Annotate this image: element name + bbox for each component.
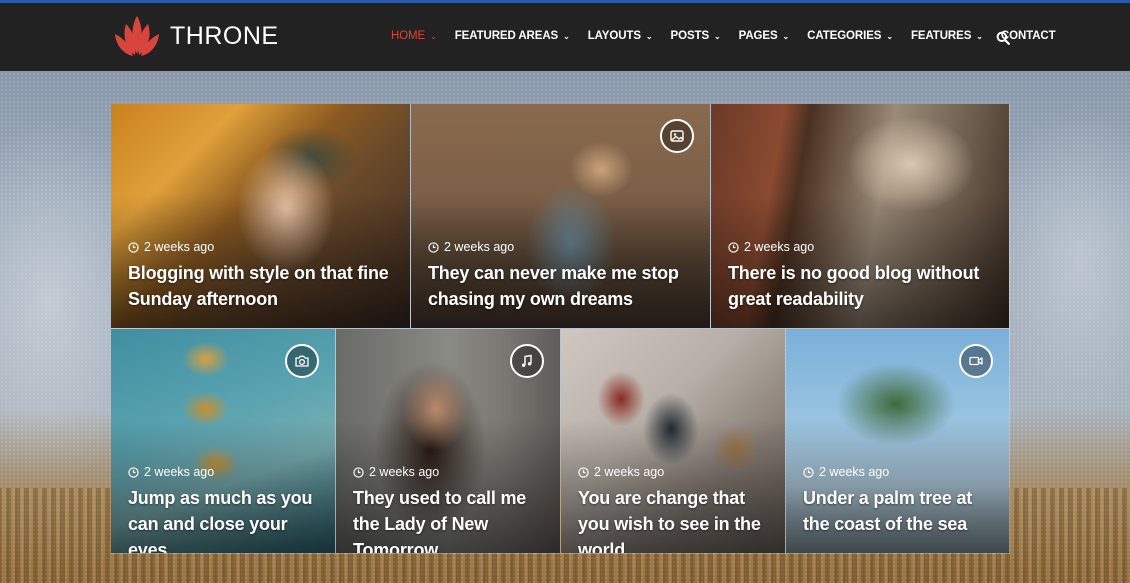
image-format-badge [660,119,694,153]
post-card[interactable]: 2 weeks ago Blogging with style on that … [111,104,411,329]
post-card[interactable]: 2 weeks ago There is no good blog withou… [711,104,1010,329]
clock-icon [803,466,814,478]
post-title[interactable]: They can never make me stop chasing my o… [428,260,696,312]
post-date: 2 weeks ago [128,240,214,254]
nav-item-label: LAYOUTS [587,30,641,42]
chevron-down-icon: ⌄ [563,31,570,41]
post-time: 2 weeks ago [744,240,815,254]
clock-icon [578,466,589,478]
search-icon[interactable] [996,31,1010,45]
nav-item-label: FEATURED AREAS [454,30,559,42]
post-time: 2 weeks ago [144,240,215,254]
nav-item-pages[interactable]: PAGES ⌄ [739,30,790,42]
nav-item-label: CATEGORIES [807,30,882,42]
clock-icon [428,241,439,253]
nav-item-layouts[interactable]: LAYOUTS ⌄ [588,30,653,42]
clock-icon [728,241,739,253]
chevron-down-icon: ⌄ [976,31,983,41]
post-card[interactable]: 2 weeks ago They can never make me stop … [411,104,711,329]
post-card[interactable]: 2 weeks ago You are change that you wish… [561,329,786,554]
nav-item-label: FEATURES [910,30,972,42]
clock-icon [128,466,139,478]
post-card[interactable]: 2 weeks ago Under a palm tree at the coa… [786,329,1010,554]
video-icon [969,356,983,366]
post-time: 2 weeks ago [444,240,515,254]
post-date: 2 weeks ago [128,465,214,479]
chevron-down-icon: ⌄ [714,31,721,41]
featured-posts-grid: 2 weeks ago Blogging with style on that … [111,104,1010,554]
nav-item-categories[interactable]: CATEGORIES ⌄ [807,30,893,42]
post-title[interactable]: You are change that you wish to see in t… [578,485,771,553]
chevron-down-icon: ⌄ [886,31,893,41]
video-format-badge [959,344,993,378]
nav-item-posts[interactable]: POSTS ⌄ [671,30,721,42]
image-icon [670,130,684,142]
post-date: 2 weeks ago [803,465,889,479]
post-title[interactable]: They used to call me the Lady of New Tom… [353,485,546,553]
nav-item-label: HOME [391,30,426,42]
post-time: 2 weeks ago [819,465,890,479]
post-date: 2 weeks ago [428,240,514,254]
post-date: 2 weeks ago [353,465,439,479]
post-title[interactable]: Jump as much as you can and close your e… [128,485,321,553]
nav-item-features[interactable]: FEATURES ⌄ [911,30,983,42]
clock-icon [128,241,139,253]
nav-item-featured-areas[interactable]: FEATURED AREAS ⌄ [455,30,570,42]
nav-item-label: PAGES [738,30,778,42]
chevron-down-icon: ⌄ [430,31,437,41]
post-time: 2 weeks ago [144,465,215,479]
chevron-down-icon: ⌄ [645,31,653,41]
post-card[interactable]: 2 weeks ago They used to call me the Lad… [336,329,561,554]
post-time: 2 weeks ago [369,465,440,479]
nav-item-home[interactable]: HOME ⌄ [391,30,437,42]
lotus-logo-icon [115,16,159,56]
site-header: THRONE HOME ⌄ FEATURED AREAS ⌄ LAYOUTS ⌄ PO… [0,3,1130,71]
nav-item-label: POSTS [670,30,710,42]
post-card[interactable]: 2 weeks ago Jump as much as you can and … [111,329,336,554]
chevron-down-icon: ⌄ [782,31,790,41]
camera-format-badge [285,344,319,378]
post-date: 2 weeks ago [578,465,664,479]
post-title[interactable]: Under a palm tree at the coast of the se… [803,485,995,537]
post-title[interactable]: Blogging with style on that fine Sunday … [128,260,396,312]
post-date: 2 weeks ago [728,240,814,254]
audio-format-badge [510,344,544,378]
site-title: THRONE [170,21,279,50]
main-navigation: HOME ⌄ FEATURED AREAS ⌄ LAYOUTS ⌄ POSTS ⌄ PA… [391,27,1074,45]
camera-icon [295,355,309,367]
post-time: 2 weeks ago [594,465,665,479]
music-icon [521,354,532,367]
site-logo[interactable]: THRONE [112,13,279,59]
clock-icon [353,466,364,478]
post-title[interactable]: There is no good blog without great read… [728,260,995,312]
